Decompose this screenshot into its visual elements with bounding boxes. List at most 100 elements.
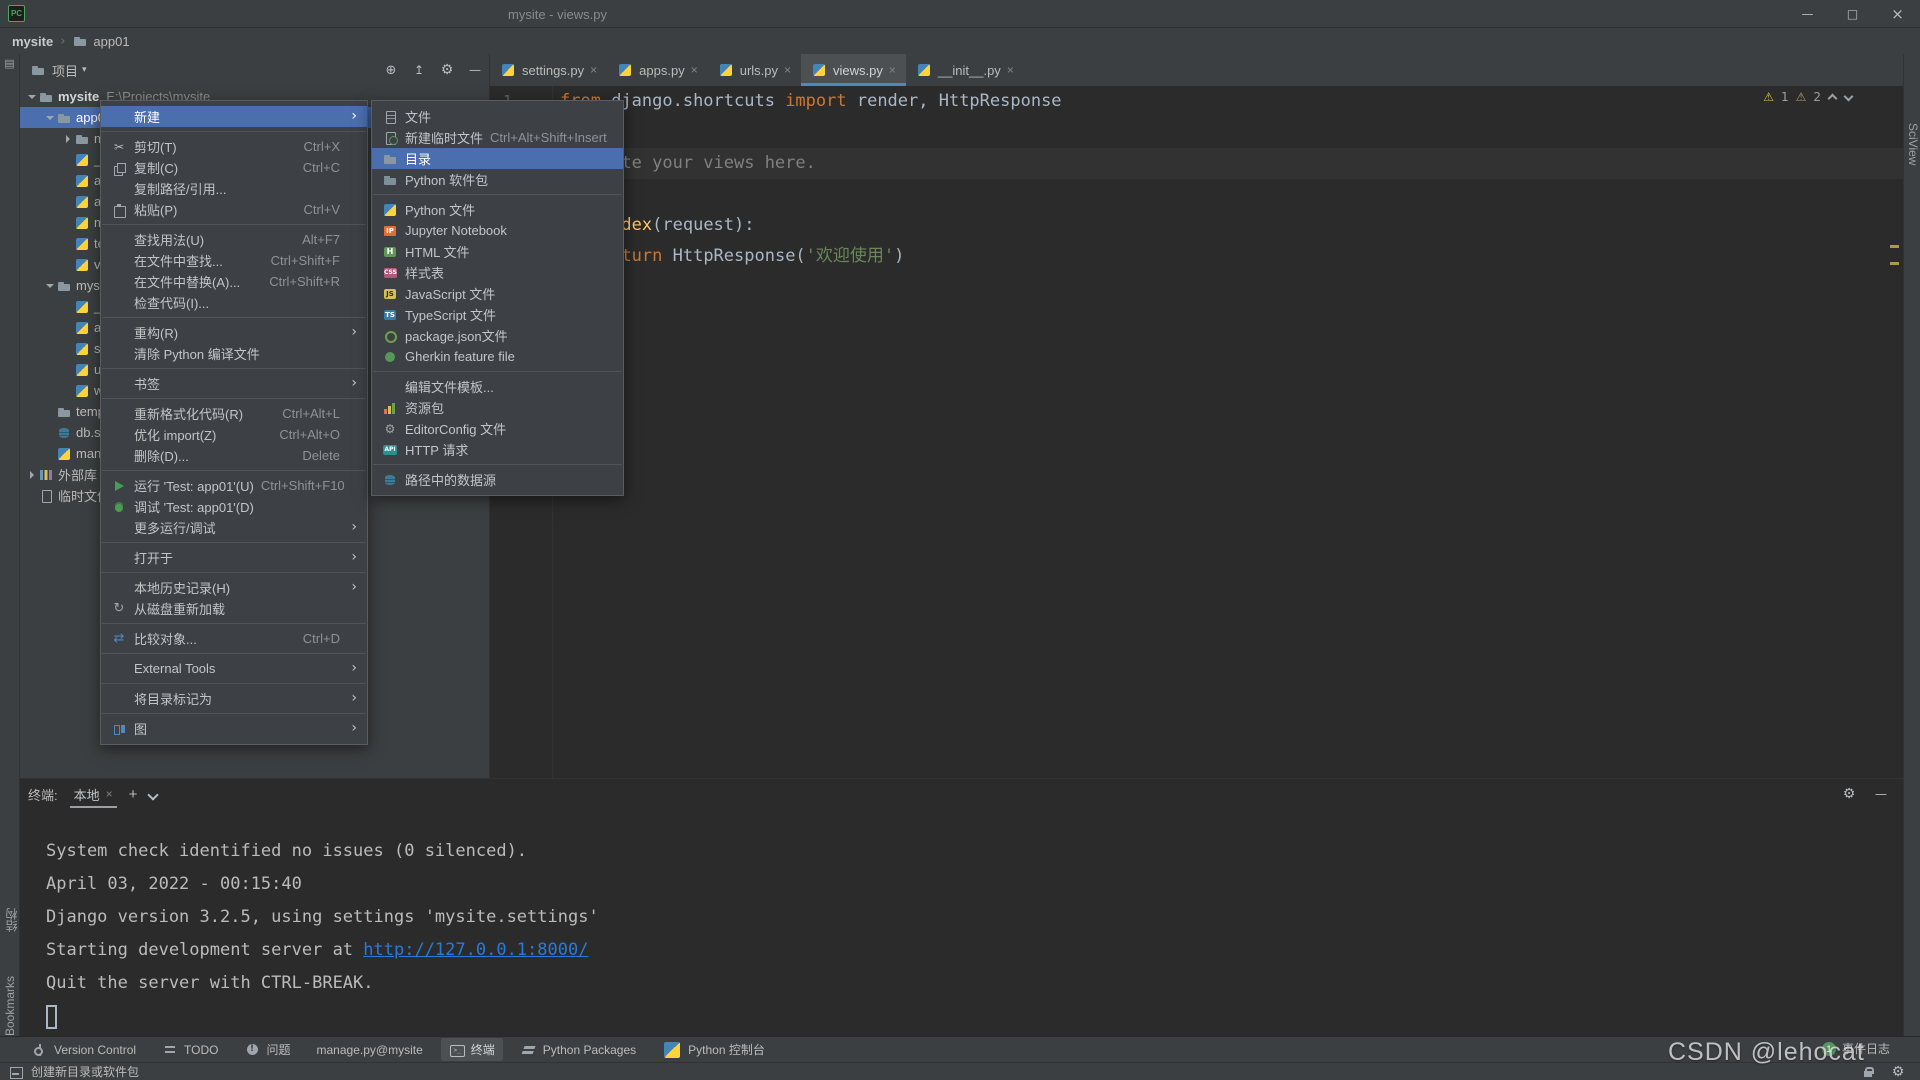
terminal-dropdown-icon[interactable] [149,787,157,802]
context-menu-item[interactable]: 删除(D)... Delete [101,445,367,466]
menu-bar-item[interactable] [233,0,253,28]
submenu-item[interactable]: Gherkin feature file [372,346,623,367]
menu-bar-item[interactable] [193,0,213,28]
tree-chevron-icon[interactable] [62,301,74,313]
project-panel-title[interactable]: 项目 [52,61,78,80]
editor-tab[interactable]: views.py [801,54,906,86]
context-menu-item[interactable]: 运行 'Test: app01'(U) Ctrl+Shift+F10 [101,475,367,496]
context-menu-item[interactable]: 优化 import(Z) Ctrl+Alt+O [101,424,367,445]
tree-chevron-icon[interactable] [44,427,56,439]
tree-chevron-icon[interactable] [26,91,38,103]
hide-terminal-icon[interactable] [1873,786,1889,802]
toolwindow-button[interactable]: 问题 [237,1038,299,1061]
terminal-tab[interactable]: 本地 [69,779,117,809]
panel-options-gear-icon[interactable] [439,62,455,78]
menu-bar-item[interactable] [53,0,73,28]
tree-chevron-icon[interactable] [62,217,74,229]
submenu-item[interactable]: Python 软件包 [372,169,623,190]
tree-chevron-icon[interactable] [62,343,74,355]
code-editor[interactable]: 1from django.shortcuts import render, Ht… [490,86,1903,778]
close-terminal-tab-icon[interactable] [106,787,113,801]
context-menu-item[interactable]: 将目录标记为 [101,688,367,709]
tree-chevron-icon[interactable] [44,448,56,460]
maximize-button[interactable]: □ [1830,0,1875,28]
context-menu-item[interactable]: 从磁盘重新加载 [101,598,367,619]
scrollbar-warning-mark[interactable] [1890,245,1899,248]
context-menu-item[interactable]: 复制路径/引用... [101,178,367,199]
editor-tab[interactable]: settings.py [490,54,607,86]
context-menu-item[interactable]: 图 [101,718,367,739]
editor-tab[interactable]: apps.py [607,54,708,86]
editor-tab[interactable]: __init__.py [906,54,1024,86]
submenu-item[interactable]: JavaScript 文件 [372,283,623,304]
previous-problem-icon[interactable] [1828,93,1837,102]
bookmarks-stripe-button[interactable]: Bookmarks [3,976,17,1036]
close-button[interactable]: × [1875,0,1920,28]
toolwindow-button[interactable]: TODO [154,1039,226,1061]
project-view-dropdown-icon[interactable]: ▾ [82,65,87,75]
context-menu-item[interactable]: 更多运行/调试 [101,517,367,538]
context-menu-item[interactable]: 本地历史记录(H) [101,577,367,598]
submenu-item[interactable]: Python 文件 [372,199,623,220]
tree-chevron-icon[interactable] [62,196,74,208]
scrollbar-warning-mark[interactable] [1890,262,1899,265]
close-tab-icon[interactable] [889,63,896,77]
menu-bar-item[interactable] [73,0,93,28]
submenu-item[interactable]: 资源包 [372,397,623,418]
context-menu-item[interactable]: 重构(R) [101,322,367,343]
close-tab-icon[interactable] [590,63,597,77]
tree-chevron-icon[interactable] [44,112,56,124]
toolwindow-button[interactable]: Version Control [24,1039,144,1061]
submenu-item[interactable]: TypeScript 文件 [372,304,623,325]
breadcrumb-project[interactable]: mysite [12,34,53,49]
close-tab-icon[interactable] [1007,63,1014,77]
submenu-item[interactable]: 新建临时文件 Ctrl+Alt+Shift+Insert [372,127,623,148]
sciview-stripe-button[interactable]: SciView [1906,123,1920,165]
context-menu-item[interactable]: 在文件中查找... Ctrl+Shift+F [101,250,367,271]
tree-chevron-icon[interactable] [62,364,74,376]
context-menu-item[interactable]: 查找用法(U) Alt+F7 [101,229,367,250]
tree-chevron-icon[interactable] [44,280,56,292]
submenu-item[interactable]: HTML 文件 [372,241,623,262]
submenu-item[interactable]: 路径中的数据源 [372,469,623,490]
menu-bar-item[interactable] [173,0,193,28]
submenu-item[interactable]: 文件 [372,106,623,127]
context-menu-item[interactable]: 在文件中替换(A)... Ctrl+Shift+R [101,271,367,292]
submenu-item[interactable]: Jupyter Notebook [372,220,623,241]
tree-chevron-icon[interactable] [44,406,56,418]
tree-chevron-icon[interactable] [62,322,74,334]
context-menu-item[interactable]: External Tools [101,658,367,679]
context-menu-item[interactable]: 调试 'Test: app01'(D) [101,496,367,517]
context-menu-item[interactable]: 复制(C) Ctrl+C [101,157,367,178]
submenu-item[interactable]: EditorConfig 文件 [372,418,623,439]
context-menu-item[interactable]: 清除 Python 编译文件 [101,343,367,364]
server-url-link[interactable]: http://127.0.0.1:8000/ [363,940,588,960]
tree-chevron-icon[interactable] [62,238,74,250]
tree-chevron-icon[interactable] [62,385,74,397]
menu-bar-item[interactable] [33,0,53,28]
close-tab-icon[interactable] [691,63,698,77]
submenu-item[interactable]: HTTP 请求 [372,439,623,460]
submenu-item[interactable]: 编辑文件模板... [372,376,623,397]
context-menu-item[interactable]: 重新格式化代码(R) Ctrl+Alt+L [101,403,367,424]
minimize-button[interactable]: — [1785,0,1830,28]
context-menu-item[interactable]: 检查代码(I)... [101,292,367,313]
menu-bar-item[interactable] [133,0,153,28]
terminal-settings-gear-icon[interactable] [1841,786,1857,802]
close-tab-icon[interactable] [784,63,791,77]
tree-chevron-icon[interactable] [26,469,38,481]
collapse-all-icon[interactable] [411,62,427,78]
locate-file-icon[interactable] [383,62,399,78]
context-menu-item[interactable]: 比较对象... Ctrl+D [101,628,367,649]
context-menu-item[interactable]: 打开于 [101,547,367,568]
hide-panel-icon[interactable] [467,62,483,78]
menu-bar-item[interactable] [93,0,113,28]
commit-stripe-icon[interactable]: ▤ [3,57,17,70]
toolwindow-button[interactable]: Python 控制台 [654,1037,773,1063]
submenu-item[interactable]: 目录 [372,148,623,169]
toolwindow-layout-icon[interactable] [8,1064,24,1080]
terminal-output[interactable]: System check identified no issues (0 sil… [20,809,1903,1041]
context-menu-item[interactable]: 粘贴(P) Ctrl+V [101,199,367,220]
submenu-item[interactable]: package.json文件 [372,325,623,346]
tree-chevron-icon[interactable] [26,490,38,502]
